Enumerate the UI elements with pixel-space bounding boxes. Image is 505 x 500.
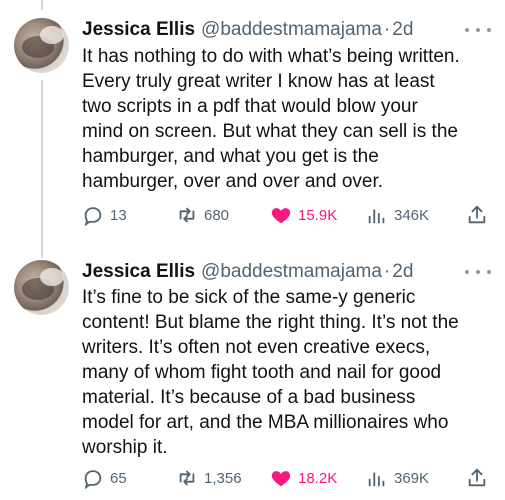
tweet-text-line: hamburger, over and over and over. bbox=[82, 171, 384, 192]
tweet-text-line: Every truly great writer I know has at l… bbox=[82, 71, 435, 92]
separator-dot: · bbox=[383, 261, 391, 282]
reply-count: 65 bbox=[110, 469, 127, 487]
avatar[interactable] bbox=[14, 18, 69, 73]
tweet-text-line: mind on screen. But what they can sell i… bbox=[82, 121, 458, 142]
tweet-text-line: model for art, and the MBA millionaires … bbox=[82, 412, 449, 433]
views-icon bbox=[368, 209, 385, 224]
avatar[interactable] bbox=[14, 260, 69, 315]
like-count: 18.2K bbox=[298, 469, 338, 487]
views-icon bbox=[368, 472, 385, 487]
tweet-text-line: content! But blame the right thing. It’s… bbox=[82, 312, 459, 333]
views-button[interactable]: 346K bbox=[366, 203, 429, 227]
tweet-text: It has nothing to do with what’s being w… bbox=[82, 44, 492, 194]
like-button[interactable]: 18.2K bbox=[270, 466, 337, 490]
tweet-text-line: hamburger, and what you get is the bbox=[82, 146, 379, 167]
reply-icon bbox=[84, 470, 102, 489]
tweet-time[interactable]: 2d bbox=[392, 259, 413, 285]
retweet-button[interactable]: 1,356 bbox=[176, 466, 242, 490]
action-bar: 13 680 15.9K 346K bbox=[82, 203, 492, 227]
views-button[interactable]: 369K bbox=[366, 466, 429, 490]
tweet-text-line: material. It’s because of a bad business bbox=[82, 387, 416, 408]
retweet-count: 680 bbox=[204, 206, 230, 224]
retweet-count: 1,356 bbox=[204, 469, 242, 487]
tweet[interactable]: Jessica Ellis @baddestmamajama · 2d It h… bbox=[0, 0, 505, 250]
tweet-text-line: many of whom fight tooth and nail for go… bbox=[82, 362, 442, 383]
reply-icon bbox=[84, 207, 102, 226]
tweet-text-line: writers. It’s often not even creative ex… bbox=[82, 337, 431, 358]
action-bar: 65 1,356 18.2K 369K bbox=[82, 466, 492, 490]
more-icon[interactable] bbox=[465, 20, 491, 40]
like-count: 15.9K bbox=[298, 206, 338, 224]
share-icon bbox=[468, 468, 486, 487]
separator-dot: · bbox=[383, 19, 391, 40]
retweet-button[interactable]: 680 bbox=[176, 203, 229, 227]
tweet-text-line: two scripts in a pdf that would blow you… bbox=[82, 96, 418, 117]
reply-button[interactable]: 13 bbox=[82, 203, 127, 227]
tweet-text: It’s fine to be sick of the same-y gener… bbox=[82, 285, 492, 460]
tweet-text-line: worship it. bbox=[82, 437, 168, 458]
tweet-text-line: It has nothing to do with what’s being w… bbox=[82, 46, 460, 67]
heart-icon bbox=[271, 471, 291, 487]
share-button[interactable] bbox=[466, 466, 494, 490]
author-name[interactable]: Jessica Ellis bbox=[82, 259, 195, 285]
reply-count: 13 bbox=[110, 206, 127, 224]
author-name[interactable]: Jessica Ellis bbox=[82, 17, 195, 43]
tweet-header: Jessica Ellis @baddestmamajama · 2d bbox=[82, 17, 413, 43]
retweet-icon bbox=[179, 207, 195, 223]
share-icon bbox=[468, 205, 486, 224]
tweet[interactable]: Jessica Ellis @baddestmamajama · 2d It’s… bbox=[0, 250, 505, 500]
like-button[interactable]: 15.9K bbox=[270, 203, 337, 227]
retweet-icon bbox=[179, 470, 195, 486]
author-handle[interactable]: @baddestmamajama bbox=[201, 17, 382, 43]
more-icon[interactable] bbox=[465, 262, 491, 282]
reply-button[interactable]: 65 bbox=[82, 466, 127, 490]
heart-icon bbox=[271, 208, 291, 224]
share-button[interactable] bbox=[466, 203, 494, 227]
tweet-time[interactable]: 2d bbox=[392, 17, 413, 43]
tweet-header: Jessica Ellis @baddestmamajama · 2d bbox=[82, 259, 413, 285]
author-handle[interactable]: @baddestmamajama bbox=[201, 259, 382, 285]
views-count: 346K bbox=[394, 206, 430, 224]
tweet-text-line: It’s fine to be sick of the same-y gener… bbox=[82, 287, 416, 308]
views-count: 369K bbox=[394, 469, 430, 487]
